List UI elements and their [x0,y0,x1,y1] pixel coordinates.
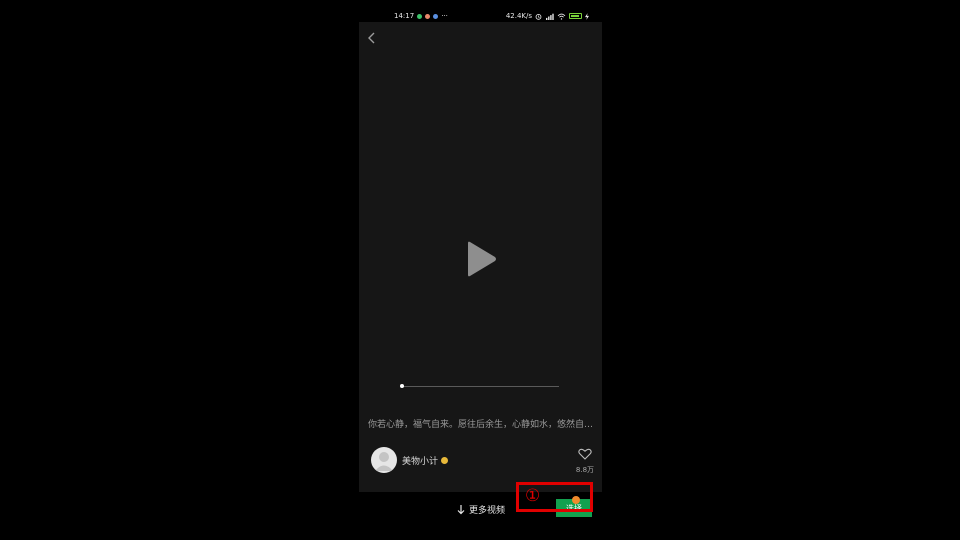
like-count: 8.8万 [575,466,595,474]
author-name[interactable]: 美物小计 [402,454,438,467]
wifi-icon [557,13,566,20]
more-videos-label: 更多视频 [469,506,506,516]
charging-icon [585,12,589,20]
default-avatar-icon [375,452,393,471]
like-button[interactable]: 8.8万 [574,445,596,475]
video-player[interactable]: 你若心静，福气自来。愿往后余生，心静如水，悠然自… 美物小计 8.8万 [359,22,602,492]
alarm-icon [535,13,542,20]
avatar[interactable] [371,447,397,473]
battery-icon [569,13,582,19]
heart-icon[interactable] [578,448,592,460]
author-name-container[interactable]: 美物小计 [402,454,449,467]
phone-screen: 14:17 ··· 42.4K/s 你若心静，福气自来。愿往后余生，心静如水，悠… [359,0,602,540]
video-progress-bar[interactable] [400,384,559,388]
annotation-highlight-box: ① [516,482,593,512]
status-left: 14:17 ··· [394,12,448,20]
author-row: 美物小计 8.8万 [371,445,596,475]
app-notification-icon [417,13,423,19]
more-notifications-icon: ··· [441,12,448,20]
network-speed: 42.4K/s [505,12,532,20]
more-videos-button[interactable]: 更多视频 [457,503,505,516]
status-time: 14:17 [394,12,415,20]
back-arrow-icon[interactable] [365,30,379,46]
progress-knob[interactable] [400,384,404,388]
play-icon[interactable] [463,240,499,278]
verified-badge-icon [441,457,449,464]
annotation-step-number: ① [525,486,541,506]
signal-icon [546,13,554,20]
status-right: 42.4K/s [506,12,589,20]
app-notification-icon [433,13,439,19]
arrow-down-icon [457,504,465,514]
app-notification-icon [425,13,431,19]
video-caption: 你若心静，福气自来。愿往后余生，心静如水，悠然自… [368,420,594,430]
